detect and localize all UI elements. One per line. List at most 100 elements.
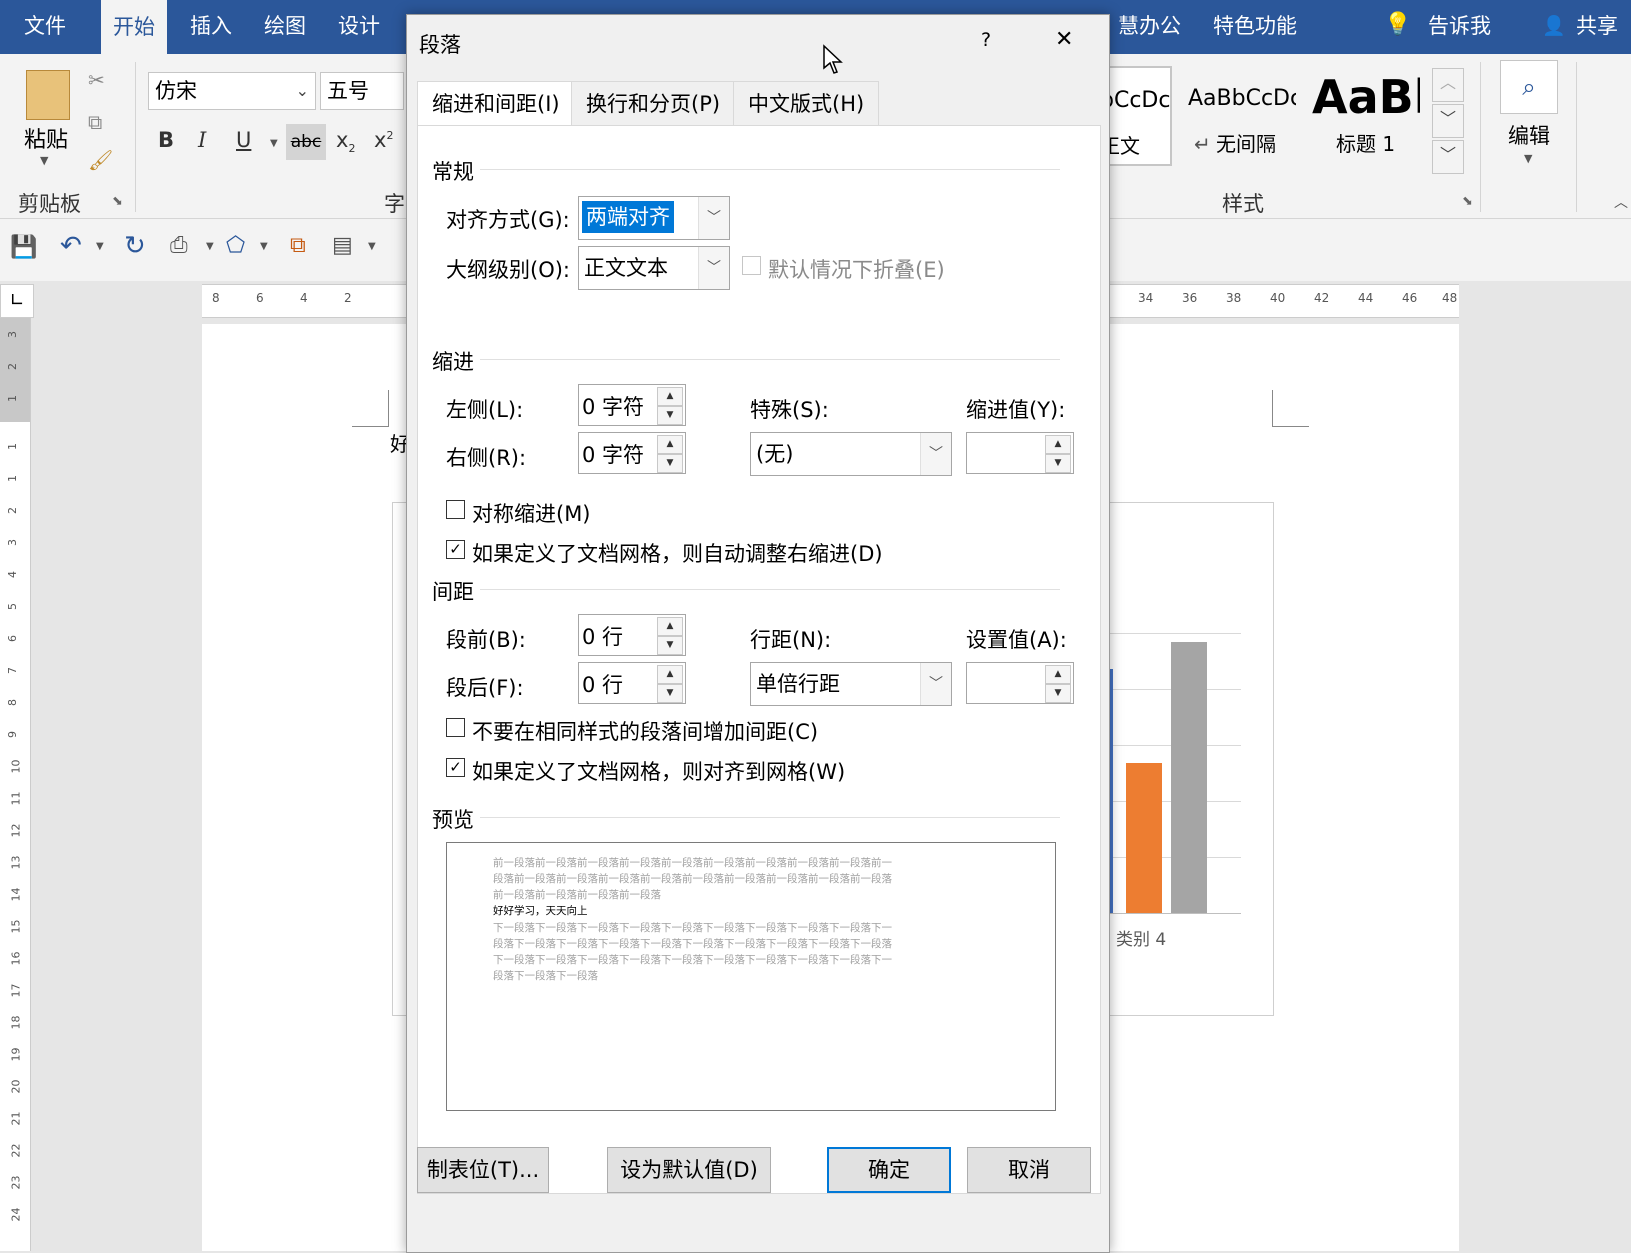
tab-asian-typography[interactable]: 中文版式(H): [733, 81, 880, 126]
cut-icon[interactable]: ✂: [88, 68, 105, 92]
ruler-number: 2: [6, 507, 19, 514]
snap-to-grid-checkbox[interactable]: ✓: [446, 758, 465, 777]
font-size-box[interactable]: 五号: [320, 72, 404, 110]
alignment-select[interactable]: 两端对齐 ﹀: [578, 196, 730, 240]
tab-file[interactable]: 文件: [24, 10, 66, 40]
chevron-down-icon[interactable]: ⌄: [296, 73, 309, 109]
tabs-button[interactable]: 制表位(T)...: [417, 1147, 549, 1193]
print-layout-icon[interactable]: ⎙: [170, 233, 188, 258]
spin-down-icon[interactable]: ▼: [1045, 684, 1071, 703]
spin-up-icon[interactable]: ▲: [657, 665, 683, 684]
tab-draw[interactable]: 绘图: [264, 10, 306, 40]
tab-insert[interactable]: 插入: [190, 10, 232, 40]
search-icon[interactable]: ⌕: [1500, 60, 1558, 114]
redo-icon[interactable]: ↻: [124, 231, 146, 261]
editing-dropdown-icon[interactable]: ▼: [1524, 152, 1532, 165]
spin-up-icon[interactable]: ▲: [1045, 435, 1071, 454]
shapes-icon[interactable]: ⬠: [226, 233, 245, 258]
spin-up-icon[interactable]: ▲: [657, 435, 683, 454]
indent-by-stepper[interactable]: ▲ ▼: [966, 432, 1074, 474]
gallery-more-icon[interactable]: ﹀: [1432, 140, 1464, 174]
chevron-down-icon[interactable]: ﹀: [920, 663, 951, 705]
vertical-ruler[interactable]: 3 2 1 1 1 2 3 4 5 6 7 8 9 10 11 12 13 14…: [0, 318, 31, 1251]
gallery-scroll-up-icon[interactable]: ︿: [1432, 68, 1464, 102]
underline-icon[interactable]: U: [236, 128, 251, 152]
bar-series-3[interactable]: [1171, 642, 1207, 913]
shapes-dropdown-icon[interactable]: ▼: [260, 241, 268, 252]
italic-icon[interactable]: I: [198, 128, 206, 152]
paste-icon[interactable]: [26, 70, 70, 120]
spin-down-icon[interactable]: ▼: [657, 454, 683, 473]
tab-design[interactable]: 设计: [338, 10, 380, 40]
styles-launcher-icon[interactable]: ⬊: [1462, 194, 1473, 209]
undo-dropdown-icon[interactable]: ▼: [96, 241, 104, 252]
left-indent-stepper[interactable]: 0 字符 ▲ ▼: [578, 384, 686, 426]
tab-special-features[interactable]: 特色功能: [1213, 10, 1297, 40]
clipboard-launcher-icon[interactable]: ⬊: [112, 194, 123, 209]
paragraph-dialog: 段落 ? ✕ 缩进和间距(I) 换行和分页(P) 中文版式(H) 常规 对齐方式…: [406, 14, 1110, 1253]
cancel-button[interactable]: 取消: [967, 1147, 1091, 1193]
spacing-at-stepper[interactable]: ▲ ▼: [966, 662, 1074, 704]
paste-button[interactable]: 粘贴: [24, 122, 68, 154]
section-spacing: 间距: [432, 580, 474, 604]
spin-up-icon[interactable]: ▲: [657, 617, 683, 636]
spin-down-icon[interactable]: ▼: [657, 684, 683, 703]
tab-home[interactable]: 开始: [101, 0, 167, 54]
ruler-number: 17: [9, 983, 23, 998]
set-as-default-button[interactable]: 设为默认值(D): [607, 1147, 771, 1193]
chevron-down-icon[interactable]: ﹀: [698, 247, 729, 289]
tell-me-button[interactable]: 告诉我: [1428, 10, 1491, 40]
chevron-down-icon[interactable]: ﹀: [920, 433, 951, 475]
strikethrough-icon[interactable]: abc: [286, 124, 326, 160]
paste-dropdown-icon[interactable]: ▼: [40, 154, 48, 167]
ok-button[interactable]: 确定: [827, 1147, 951, 1193]
collapse-by-default-checkbox[interactable]: [742, 256, 761, 275]
preview-current-paragraph: 好好学习，天天向上: [493, 905, 588, 917]
preview-next-line: 段落下一段落下一段落下一段落下一段落下一段落下一段落下一段落下一段落下一段落: [493, 938, 892, 950]
help-button[interactable]: ?: [981, 29, 991, 51]
outline-level-select[interactable]: 正文文本 ﹀: [578, 246, 730, 290]
spin-down-icon[interactable]: ▼: [657, 406, 683, 425]
bar-series-2[interactable]: [1126, 763, 1162, 913]
textbox-icon[interactable]: ▤: [332, 233, 353, 258]
print-dropdown-icon[interactable]: ▼: [206, 241, 214, 252]
subscript-icon[interactable]: x2: [336, 128, 355, 155]
tab-selector-icon[interactable]: ∟: [0, 284, 34, 318]
undo-icon[interactable]: ↶: [60, 231, 82, 261]
insert-object-icon[interactable]: ⧉: [290, 233, 306, 258]
tab-line-page-breaks[interactable]: 换行和分页(P): [571, 81, 736, 126]
editing-button[interactable]: 编辑: [1508, 120, 1550, 150]
line-spacing-select[interactable]: 单倍行距 ﹀: [750, 662, 952, 706]
no-space-same-style-checkbox[interactable]: [446, 718, 465, 737]
spin-up-icon[interactable]: ▲: [1045, 665, 1071, 684]
format-painter-icon[interactable]: 🖌: [88, 148, 113, 172]
tab-indents-spacing[interactable]: 缩进和间距(I): [417, 81, 575, 128]
superscript-icon[interactable]: x2: [374, 128, 393, 152]
font-name-box[interactable]: 仿宋 ⌄: [148, 72, 316, 110]
spin-down-icon[interactable]: ▼: [657, 636, 683, 655]
gallery-scroll-down-icon[interactable]: ﹀: [1432, 104, 1464, 138]
spacing-after-stepper[interactable]: 0 行 ▲ ▼: [578, 662, 686, 704]
textbox-dropdown-icon[interactable]: ▼: [368, 241, 376, 252]
mirror-indents-label: 对称缩进(M): [472, 502, 591, 526]
auto-adjust-right-indent-checkbox[interactable]: ✓: [446, 540, 465, 559]
spin-down-icon[interactable]: ▼: [1045, 454, 1071, 473]
style-heading-1[interactable]: AaBb 标题 1: [1300, 66, 1420, 162]
collapse-ribbon-icon[interactable]: ︿: [1614, 192, 1628, 212]
chevron-down-icon[interactable]: ﹀: [698, 197, 729, 239]
special-indent-select[interactable]: (无) ﹀: [750, 432, 952, 476]
right-indent-stepper[interactable]: 0 字符 ▲ ▼: [578, 432, 686, 474]
underline-dropdown-icon[interactable]: ▼: [270, 138, 278, 149]
section-divider: [480, 817, 1060, 818]
style-no-spacing[interactable]: AaBbCcDc ↵ 无间隔: [1176, 66, 1296, 162]
spin-up-icon[interactable]: ▲: [657, 387, 683, 406]
bold-icon[interactable]: B: [158, 128, 174, 152]
mirror-indents-checkbox[interactable]: [446, 500, 465, 519]
outline-level-value: 正文文本: [584, 256, 668, 280]
tab-huibangong[interactable]: 慧办公: [1118, 10, 1181, 40]
save-icon[interactable]: 💾: [10, 235, 37, 260]
copy-icon[interactable]: ⧉: [88, 110, 102, 134]
close-icon[interactable]: ✕: [1055, 27, 1073, 52]
spacing-before-stepper[interactable]: 0 行 ▲ ▼: [578, 614, 686, 656]
share-button[interactable]: 共享: [1576, 10, 1618, 40]
